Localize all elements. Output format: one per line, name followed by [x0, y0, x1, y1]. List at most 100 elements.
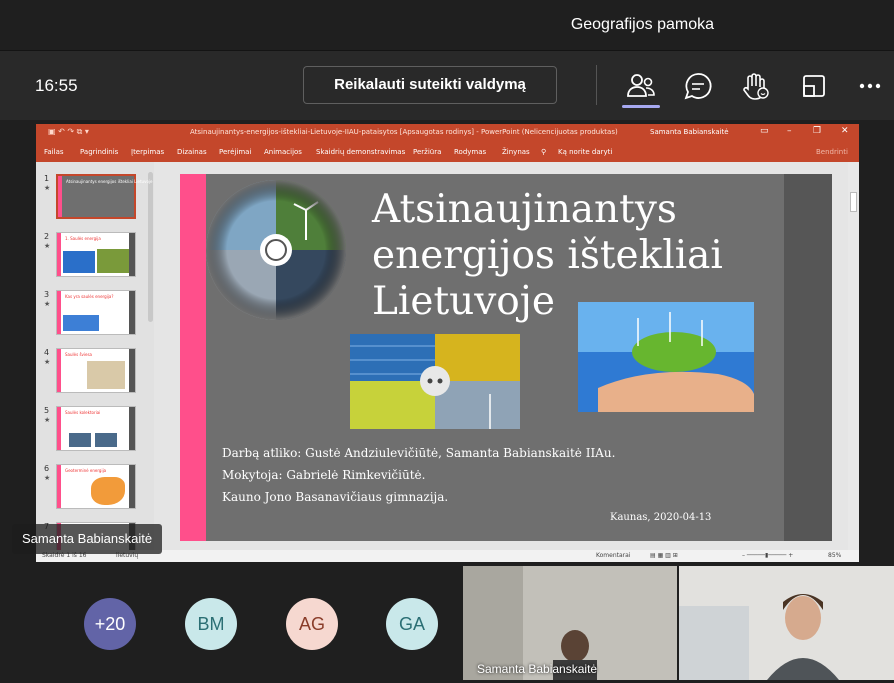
slide-scrollbar [848, 162, 859, 550]
thumb-number: 6 [44, 464, 50, 473]
slide-accent-bar [180, 174, 206, 541]
thumb-side-bar [129, 407, 135, 450]
ppt-document-title: Atsinaujinantys-energijos-ištekliai-Liet… [190, 128, 618, 136]
thumb-title: Saulės kolektoriai [65, 410, 101, 415]
slide-right-bar [784, 174, 832, 541]
tab-zinynas: Žinynas [502, 148, 530, 156]
quick-access-icons: ▣ ↶ ↷ ⧉ ▾ [48, 127, 89, 136]
thumb-image [91, 477, 125, 505]
restore-icon: ❐ [813, 126, 822, 136]
thumb-side-bar [129, 349, 135, 392]
self-video-tile [679, 566, 894, 680]
energy-collage-image [350, 334, 520, 429]
zoom-level: 85% [828, 552, 842, 559]
thumb-image [87, 361, 125, 389]
slide-thumbnails-pane: 1 ★ Atsinaujinantys energijos ištekliai … [36, 162, 154, 562]
thumb-image [63, 251, 95, 273]
thumb-accent [57, 349, 61, 392]
slide-thumbnail: Saulės šviesa [56, 348, 136, 393]
animation-star-icon: ★ [44, 242, 51, 250]
video-tile: Samanta Babianskaitė [463, 566, 677, 680]
thumb-number: 2 [44, 232, 50, 241]
thumb-image [97, 249, 129, 273]
tab-perziura: Peržiūra [413, 148, 442, 156]
thumbnails-scrollbar [148, 172, 153, 322]
scrollbar-thumb [850, 192, 857, 212]
more-participants-button[interactable]: +20 [84, 598, 136, 650]
thumb-accent [57, 233, 61, 276]
video-tile-name: Samanta Babianskaitė [477, 662, 598, 676]
animation-star-icon: ★ [44, 358, 51, 366]
people-active-indicator [622, 105, 660, 108]
participants-strip: +20 BM AG GA Samanta Babianskaitė [0, 562, 894, 683]
lightbulb-icon: ⚲ [541, 148, 547, 156]
tell-me-search: Ką norite daryti [558, 148, 613, 156]
thumb-number: 4 [44, 348, 50, 357]
tab-iterpimas: Įterpimas [131, 148, 165, 156]
meeting-timer: 16:55 [35, 76, 78, 95]
renewable-energy-image [206, 180, 346, 320]
self-video [679, 566, 894, 680]
more-icon[interactable] [853, 69, 887, 103]
thumb-number: 3 [44, 290, 50, 299]
slide-author: Darbą atliko: Gustė Andziulevičiūtė, Sam… [222, 446, 616, 460]
ppt-ribbon-tabs: Failas Pagrindinis Įterpimas Dizainas Pe… [36, 142, 859, 162]
slide-thumbnail: Atsinaujinantys energijos ištekliai Liet… [56, 174, 152, 219]
thumb-image [63, 315, 99, 331]
tab-perejimai: Perėjimai [219, 148, 252, 156]
thumb-title: 1. Saulės energija [65, 236, 101, 241]
slide-thumbnail: Saulės kolektoriai [56, 406, 136, 451]
slide-thumbnail: 1. Saulės energija [56, 232, 136, 277]
minimize-icon: – [787, 126, 792, 136]
meeting-titlebar: Geografijos pamoka [0, 0, 894, 50]
view-buttons-icon: ▤ ▦ ▥ ⊞ [650, 552, 678, 559]
request-control-button[interactable]: Reikalauti suteikti valdymą [303, 66, 557, 104]
comments-button: Komentarai [596, 552, 631, 559]
thumb-number: 5 [44, 406, 50, 415]
thumb-accent [57, 407, 61, 450]
slide-thumbnail: Kas yra saulės energija? [56, 290, 136, 335]
animation-star-icon: ★ [44, 184, 51, 192]
chat-icon[interactable] [681, 69, 715, 103]
thumb-number: 1 [44, 174, 50, 183]
tab-dizainas: Dizainas [177, 148, 207, 156]
meeting-title: Geografijos pamoka [570, 16, 714, 33]
slide-title-line: Atsinaujinantys [372, 187, 677, 232]
slide-teacher: Mokytoja: Gabrielė Rimkevičiūtė. [222, 468, 426, 482]
avatar: AG [286, 598, 338, 650]
tab-animacijos: Animacijos [264, 148, 302, 156]
thumb-accent [57, 465, 61, 508]
ribbon-display-icon: ▭ [760, 126, 769, 136]
ppt-titlebar: ▣ ↶ ↷ ⧉ ▾ Atsinaujinantys-energijos-ište… [36, 124, 859, 142]
people-icon[interactable] [624, 69, 658, 103]
raise-hand-icon[interactable] [739, 69, 773, 103]
animation-star-icon: ★ [44, 474, 51, 482]
thumb-side-bar [129, 291, 135, 334]
thumb-title: Atsinaujinantys energijos ištekliai Liet… [66, 179, 153, 184]
slide-thumbnail: Geoterminė energija [56, 464, 136, 509]
thumb-accent [57, 291, 61, 334]
rooms-icon[interactable] [797, 69, 831, 103]
powerpoint-window: ▣ ↶ ↷ ⧉ ▾ Atsinaujinantys-energijos-ište… [36, 124, 859, 562]
thumb-accent [58, 176, 62, 217]
tab-pagrindinis: Pagrindinis [80, 148, 119, 156]
main-slide: Atsinaujinantys energijos ištekliai Liet… [180, 174, 832, 541]
ppt-body: 1 ★ Atsinaujinantys energijos ištekliai … [36, 162, 859, 562]
thumb-side-bar [129, 465, 135, 508]
animation-star-icon: ★ [44, 300, 51, 308]
avatar: GA [386, 598, 438, 650]
tab-failas: Failas [44, 148, 64, 156]
thumb-title: Kas yra saulės energija? [65, 294, 114, 299]
animation-star-icon: ★ [44, 416, 51, 424]
thumb-title: Saulės šviesa [65, 352, 93, 357]
share-button: Bendrinti [816, 148, 848, 156]
thumb-title: Geoterminė energija [65, 468, 107, 473]
shared-screen: ▣ ↶ ↷ ⧉ ▾ Atsinaujinantys-energijos-ište… [0, 120, 894, 562]
presenter-name-label: Samanta Babianskaitė [12, 524, 163, 554]
slide-date: Kaunas, 2020-04-13 [610, 512, 712, 523]
close-icon: ✕ [841, 126, 849, 136]
slide-title-line: energijos ištekliai [372, 233, 723, 278]
zoom-slider: – ─────▮───── + [742, 552, 794, 559]
thumb-image [69, 433, 91, 447]
tab-rodymas: Rodymas [454, 148, 487, 156]
